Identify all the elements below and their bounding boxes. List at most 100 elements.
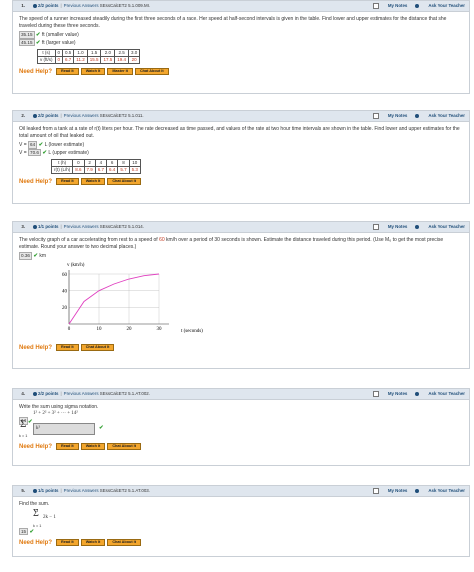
check-icon: ✔: [29, 528, 35, 535]
watch-it-button[interactable]: Watch It: [80, 539, 106, 547]
radio-icon: [415, 3, 420, 8]
watch-it-button[interactable]: Watch It: [80, 68, 106, 76]
problem-code: SEssCalcET2 5.1.AT.003.: [99, 488, 150, 493]
ask-teacher-button[interactable]: Ask Your Teacher: [415, 224, 465, 229]
status-icon: [33, 224, 37, 229]
problem-code: SEssCalcET2 5.1.014.: [99, 224, 144, 229]
need-help-bar: Need Help? Read It Watch It Chat About It: [19, 178, 463, 186]
x-tick-label: 10: [97, 327, 103, 332]
my-notes-button[interactable]: My Notes: [372, 2, 407, 9]
watch-it-button[interactable]: Watch It: [80, 178, 106, 186]
previous-answers-link[interactable]: Previous Answers: [64, 113, 99, 118]
answer-field[interactable]: 35.15: [19, 31, 35, 39]
chat-button[interactable]: Chat About It: [107, 539, 142, 547]
data-table: t (s) 0 0.5 1.0 1.5 2.0 2.5 3.0 v (ft/s) 0 6.7 11.…: [37, 49, 141, 65]
radio-icon: [415, 224, 420, 229]
data-table: t (h) 0 2 4 6 8 10 r(t) (L/h) 8.6 7.9 6.7 6.4 5.7 5.…: [50, 159, 141, 175]
my-notes-button[interactable]: My Notes: [372, 390, 407, 397]
question-2: 2. 2/2 points | Previous Answers SEssCalcE…: [12, 110, 470, 204]
x-tick-label: 20: [127, 327, 133, 332]
lower-limit: k = 1: [19, 434, 28, 439]
problem-code: SEssCalcET2 5.1.011.: [99, 113, 144, 118]
previous-answers-link[interactable]: Previous Answers: [64, 391, 99, 396]
y-tick-labels: 60 40 20: [62, 273, 68, 311]
question-header: 1. 2/2 points | Previous Answers SEssCalcE…: [13, 1, 469, 12]
question-5: 5. 1/1 points | Previous Answers SEssCalcE…: [12, 485, 470, 557]
my-notes-button[interactable]: My Notes: [372, 487, 407, 494]
chat-button[interactable]: Chat About It: [134, 68, 169, 76]
question-number: 3.: [21, 224, 25, 229]
read-it-button[interactable]: Read It: [56, 443, 79, 451]
checkbox-icon: [372, 112, 379, 119]
check-icon: ✔: [35, 32, 41, 39]
question-text: Oil leaked from a tank at a rate of r(t)…: [19, 126, 460, 139]
y-axis-label: v (km/h): [67, 263, 85, 268]
question-number: 4.: [21, 391, 25, 396]
ask-teacher-button[interactable]: Ask Your Teacher: [415, 391, 465, 396]
ask-teacher-button[interactable]: Ask Your Teacher: [415, 3, 465, 8]
chat-button[interactable]: Chat About It: [80, 343, 115, 351]
answer-field[interactable]: 15: [19, 527, 29, 536]
status-icon: [33, 488, 37, 493]
points-label: 2/2 points: [38, 391, 59, 396]
watch-it-button[interactable]: Watch It: [80, 443, 106, 451]
status-icon: [33, 391, 37, 396]
master-it-button[interactable]: Master It: [107, 68, 133, 76]
check-icon: ✔: [28, 419, 33, 426]
check-icon: ✔: [33, 253, 38, 260]
check-icon: ✔: [42, 149, 47, 156]
axes: [68, 269, 169, 325]
question-4: 4. 2/2 points | Previous Answers SEssCalcE…: [12, 388, 470, 466]
previous-answers-link[interactable]: Previous Answers: [64, 3, 99, 8]
summand-field[interactable]: k²: [33, 423, 95, 436]
chat-button[interactable]: Chat About It: [107, 443, 142, 451]
velocity-graph: v (km/h) 60 40 20 0 10 20 30 t (seconds): [62, 263, 203, 334]
ask-teacher-button[interactable]: Ask Your Teacher: [415, 113, 465, 118]
answer-field[interactable]: 0.36: [19, 252, 32, 260]
previous-answers-link[interactable]: Previous Answers: [64, 488, 99, 493]
y-tick-label: 20: [62, 306, 68, 311]
velocity-curve: [68, 273, 160, 325]
sigma-icon: Σ: [20, 418, 27, 431]
check-icon: ✔: [99, 425, 104, 432]
question-header: 5. 1/1 points | Previous Answers SEssCalcE…: [13, 486, 469, 497]
ask-teacher-button[interactable]: Ask Your Teacher: [415, 488, 465, 493]
check-icon: ✔: [38, 142, 44, 149]
question-header: 3. 1/1 points | Previous Answers SEssCalcE…: [13, 222, 469, 233]
checkbox-icon: [372, 223, 379, 230]
radio-icon: [415, 113, 420, 118]
x-axis-label: t (seconds): [181, 329, 203, 334]
read-it-button[interactable]: Read It: [56, 343, 79, 351]
read-it-button[interactable]: Read It: [56, 178, 79, 186]
need-help-bar: Need Help? Read It Watch It Chat About It: [19, 539, 463, 547]
my-notes-button[interactable]: My Notes: [372, 112, 407, 119]
points-label: 1/1 points: [38, 224, 59, 229]
need-help-bar: Need Help? Read It Chat About It: [19, 343, 463, 352]
answer-field[interactable]: 64: [28, 141, 38, 149]
question-number: 5.: [21, 488, 25, 493]
problem-code: SEssCalcET2 5.1.AT.002.: [99, 391, 150, 396]
need-help-bar: Need Help? Read It Watch It Master It Chat A…: [19, 68, 463, 76]
question-3: 3. 1/1 points | Previous Answers SEssCalcE…: [12, 221, 470, 369]
y-tick-label: 60: [62, 273, 68, 278]
read-it-button[interactable]: Read It: [56, 68, 79, 76]
checkbox-icon: [372, 487, 379, 494]
radio-icon: [415, 488, 420, 493]
x-tick-label: 0: [68, 327, 71, 332]
check-icon: ✔: [35, 39, 41, 46]
chat-button[interactable]: Chat About It: [107, 178, 142, 186]
points-label: 2/2 points: [38, 3, 59, 8]
points-label: 2/2 points: [38, 113, 59, 118]
question-text: Write the sum using sigma notation.: [19, 404, 99, 410]
question-text: The speed of a runner increased steadily…: [19, 16, 447, 29]
answer-field[interactable]: 70.6: [28, 148, 41, 157]
need-help-bar: Need Help? Read It Watch It Chat About It: [19, 443, 463, 451]
previous-answers-link[interactable]: Previous Answers: [64, 224, 99, 229]
answer-field[interactable]: 45.15: [19, 38, 35, 47]
question-number: 2.: [21, 113, 25, 118]
problem-code: SEssCalcET2 5.1.009.MI.: [99, 3, 151, 8]
read-it-button[interactable]: Read It: [56, 539, 79, 547]
question-header: 2. 2/2 points | Previous Answers SEssCalcE…: [13, 111, 469, 122]
my-notes-button[interactable]: My Notes: [372, 223, 407, 230]
y-tick-label: 40: [62, 289, 68, 294]
